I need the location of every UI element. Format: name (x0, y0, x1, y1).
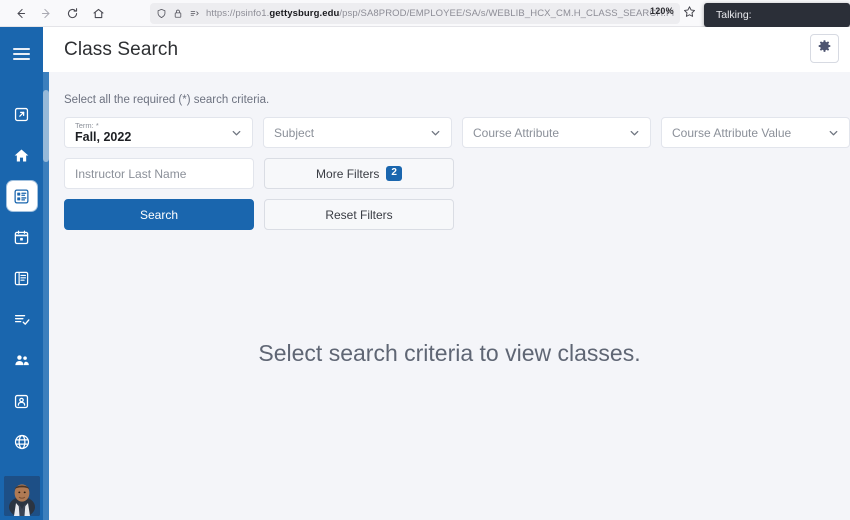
calendar-icon (13, 229, 30, 246)
sidebar-item-id-card[interactable] (7, 386, 37, 416)
term-label: Term: * (75, 121, 99, 130)
talking-tooltip-label: Talking: (716, 9, 752, 21)
criteria-note: Select all the required (*) search crite… (64, 94, 270, 106)
shield-icon (156, 8, 167, 19)
form-row-1: Term: * Fall, 2022 Subject Course Attrib… (64, 117, 850, 148)
globe-icon (13, 433, 31, 451)
app-root: https://psinfo1.gettysburg.edu/psp/SA8PR… (0, 0, 850, 520)
external-link-icon (13, 106, 30, 123)
page-title: Class Search (64, 38, 179, 60)
url-text: https://psinfo1.gettysburg.edu/psp/SA8PR… (206, 8, 674, 19)
reader-view-icon[interactable] (189, 9, 200, 19)
instructor-last-name-input[interactable]: Instructor Last Name (64, 158, 254, 189)
url-path: /psp/SA8PROD/EMPLOYEE/SA/s/WEBLIB_HCX_CM… (339, 8, 674, 19)
main-content: Select all the required (*) search crite… (49, 72, 850, 520)
chevron-down-icon (827, 126, 840, 139)
search-form: Term: * Fall, 2022 Subject Course Attrib… (64, 117, 850, 230)
search-button-label: Search (139, 207, 179, 222)
home-icon (13, 147, 30, 164)
chevron-down-icon (230, 126, 243, 139)
hamburger-bar (13, 53, 30, 55)
lock-icon (173, 8, 183, 19)
sidebar-item-course-catalog[interactable] (7, 263, 37, 293)
sidebar (0, 27, 43, 520)
hamburger-bar (13, 58, 30, 60)
form-row-3: Search Reset Filters (64, 199, 850, 230)
more-filters-button[interactable]: More Filters 2 (264, 158, 454, 189)
home-icon[interactable] (86, 2, 110, 24)
catalog-icon (13, 270, 30, 287)
sidebar-item-calendar[interactable] (7, 222, 37, 252)
subject-select[interactable]: Subject (263, 117, 452, 148)
app-header: Class Search (49, 27, 850, 72)
more-filters-count-badge: 2 (386, 166, 402, 181)
sidebar-item-home[interactable] (7, 140, 37, 170)
course-attribute-select[interactable]: Course Attribute (462, 117, 651, 148)
sidebar-item-people[interactable] (7, 345, 37, 375)
course-attribute-value-select[interactable]: Course Attribute Value (661, 117, 850, 148)
chevron-down-icon (628, 126, 641, 139)
chevron-down-icon (429, 126, 442, 139)
talking-tooltip: Talking: (704, 3, 850, 27)
id-card-icon (13, 393, 30, 410)
url-scheme: https://psinfo1. (206, 8, 270, 19)
settings-button[interactable] (810, 34, 839, 63)
reset-filters-label: Reset Filters (325, 207, 393, 222)
avatar[interactable] (4, 476, 40, 516)
term-value: Fall, 2022 (75, 129, 132, 144)
sidebar-items (6, 99, 37, 468)
hamburger-menu-icon[interactable] (7, 39, 37, 69)
reset-filters-button[interactable]: Reset Filters (264, 199, 454, 230)
form-row-2: Instructor Last Name More Filters 2 (64, 158, 850, 189)
back-icon[interactable] (8, 2, 32, 24)
hamburger-bar (13, 48, 30, 50)
zoom-level-badge[interactable]: 120% (650, 6, 674, 16)
instructor-last-name-placeholder: Instructor Last Name (75, 166, 187, 181)
sidebar-item-class-search[interactable] (6, 181, 37, 211)
avatar-photo (4, 476, 40, 516)
people-icon (13, 352, 31, 369)
address-bar[interactable]: https://psinfo1.gettysburg.edu/psp/SA8PR… (150, 3, 680, 24)
empty-state-message: Select search criteria to view classes. (258, 340, 641, 366)
term-select[interactable]: Term: * Fall, 2022 (64, 117, 253, 148)
more-filters-label: More Filters (316, 166, 380, 181)
tasks-icon (13, 311, 31, 328)
course-attribute-placeholder: Course Attribute (473, 125, 560, 140)
sidebar-item-tasks[interactable] (7, 304, 37, 334)
forward-icon[interactable] (34, 2, 58, 24)
gear-icon (817, 39, 832, 59)
reload-icon[interactable] (60, 2, 84, 24)
sidebar-item-global[interactable] (7, 427, 37, 457)
search-button[interactable]: Search (64, 199, 254, 230)
url-domain: gettysburg.edu (269, 8, 340, 19)
class-search-icon (13, 188, 30, 205)
browser-nav-buttons (0, 2, 110, 24)
subject-placeholder: Subject (274, 125, 315, 140)
sidebar-item-external-link[interactable] (7, 99, 37, 129)
star-icon[interactable] (683, 5, 696, 23)
course-attribute-value-placeholder: Course Attribute Value (672, 125, 792, 140)
